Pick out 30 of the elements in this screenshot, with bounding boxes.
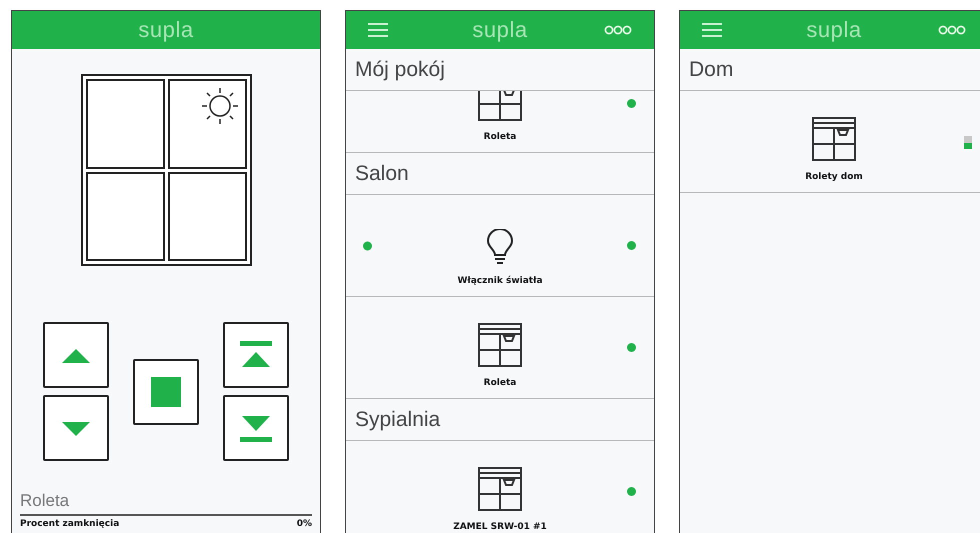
fully-open-button[interactable]	[223, 322, 289, 388]
device-name: Roleta	[20, 490, 70, 512]
channel-row[interactable]: Rolety dom	[680, 91, 980, 193]
window-shutter-icon	[478, 466, 522, 510]
down-button[interactable]	[43, 395, 109, 461]
app-logo: supla	[138, 19, 194, 41]
fully-close-button[interactable]	[223, 395, 289, 461]
three-circles-icon[interactable]	[604, 25, 632, 35]
up-button[interactable]	[43, 322, 109, 388]
channel-row[interactable]: ZAMEL SRW-01 #1	[346, 441, 654, 533]
stop-button[interactable]	[133, 358, 199, 424]
channel-label: Rolety dom	[805, 170, 863, 184]
channel-label: Włącznik światła	[457, 274, 543, 288]
app-logo: supla	[472, 19, 528, 41]
channel-label: ZAMEL SRW-01 #1	[453, 520, 547, 533]
section-title: Salon	[355, 163, 409, 184]
reading-value: 0%	[296, 518, 312, 530]
app-logo: supla	[806, 19, 862, 41]
window-shutter-icon	[812, 116, 856, 160]
channel-label: Roleta	[484, 130, 516, 144]
channel-label: Roleta	[484, 376, 516, 390]
section-title: Dom	[689, 59, 734, 80]
section-title: Mój pokój	[355, 59, 445, 80]
three-circles-icon[interactable]	[938, 25, 966, 35]
section-title: Sypialnia	[355, 409, 440, 430]
channel-row[interactable]: Włącznik światła	[346, 195, 654, 297]
reading-label: Procent zamknięcia	[20, 518, 120, 530]
light-bulb-icon	[486, 228, 514, 264]
sun-icon	[200, 87, 238, 125]
window-shutter-icon	[478, 322, 522, 366]
